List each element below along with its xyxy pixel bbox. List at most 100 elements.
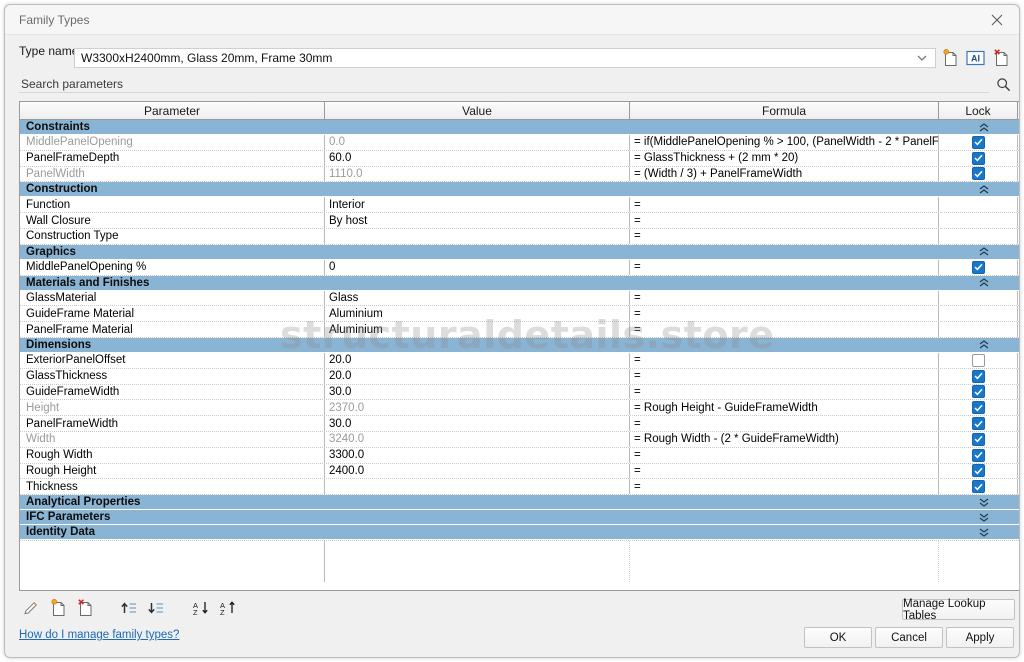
parameter-value-cell[interactable]: 3240.0 [325, 432, 630, 447]
parameter-lock-cell[interactable] [939, 432, 1018, 447]
parameter-formula-cell[interactable]: = [630, 291, 939, 306]
group-header-row[interactable]: Analytical Properties [20, 495, 1019, 510]
lock-checkbox[interactable] [972, 167, 985, 180]
parameter-formula-cell[interactable]: = [630, 479, 939, 494]
parameter-row[interactable]: ExteriorPanelOffset20.0= [20, 353, 1019, 369]
parameter-row[interactable]: Wall ClosureBy host= [20, 213, 1019, 229]
parameter-formula-cell[interactable]: = [630, 416, 939, 431]
lock-checkbox[interactable] [972, 464, 985, 477]
parameter-value-cell[interactable]: 0.0 [325, 135, 630, 150]
parameter-value-cell[interactable]: 2400.0 [325, 464, 630, 479]
parameter-row[interactable]: FunctionInterior= [20, 197, 1019, 213]
lock-checkbox[interactable] [972, 433, 985, 446]
parameter-value-cell[interactable]: 20.0 [325, 369, 630, 384]
parameter-formula-cell[interactable]: = if(MiddlePanelOpening % > 100, (PanelW… [630, 135, 939, 150]
parameter-formula-cell[interactable]: = [630, 369, 939, 384]
sort-ascending-button[interactable]: A Z [188, 597, 212, 619]
parameter-value-cell[interactable]: By host [325, 213, 630, 228]
parameter-lock-cell[interactable] [939, 135, 1018, 150]
parameter-row[interactable]: Rough Height2400.0= [20, 464, 1019, 480]
parameter-value-cell[interactable]: 3300.0 [325, 448, 630, 463]
chevron-up-icon[interactable] [949, 123, 1019, 132]
lock-checkbox[interactable] [972, 401, 985, 414]
group-header-row[interactable]: Constraints [20, 120, 1019, 135]
parameter-row[interactable]: GlassMaterialGlass= [20, 291, 1019, 307]
parameter-row[interactable]: GlassThickness20.0= [20, 369, 1019, 385]
chevron-down-icon[interactable] [949, 498, 1019, 507]
parameter-lock-cell[interactable] [939, 353, 1018, 368]
rename-type-button[interactable]: AI [964, 46, 986, 70]
parameter-value-cell[interactable] [325, 229, 630, 244]
delete-type-button[interactable] [990, 46, 1012, 70]
search-input[interactable] [19, 75, 989, 93]
close-icon[interactable] [975, 5, 1019, 34]
edit-parameter-button[interactable] [19, 597, 43, 619]
column-header-lock[interactable]: Lock [939, 102, 1018, 119]
group-header-row[interactable]: Materials and Finishes [20, 276, 1019, 291]
parameter-row[interactable]: PanelFrameDepth60.0= GlassThickness + (2… [20, 151, 1019, 167]
lock-checkbox[interactable] [972, 417, 985, 430]
parameter-formula-cell[interactable]: = (Width / 3) + PanelFrameWidth [630, 167, 939, 182]
manage-lookup-tables-button[interactable]: Manage Lookup Tables [902, 599, 1015, 620]
parameter-value-cell[interactable]: 1110.0 [325, 167, 630, 182]
help-link[interactable]: How do I manage family types? [19, 629, 179, 641]
parameter-value-cell[interactable] [325, 479, 630, 494]
parameter-lock-cell[interactable] [939, 385, 1018, 400]
apply-button[interactable]: Apply [946, 627, 1014, 648]
parameter-lock-cell[interactable] [939, 213, 1018, 228]
cancel-button[interactable]: Cancel [875, 627, 943, 648]
parameter-formula-cell[interactable]: = Rough Height - GuideFrameWidth [630, 400, 939, 415]
parameter-formula-cell[interactable]: = [630, 213, 939, 228]
lock-checkbox[interactable] [972, 449, 985, 462]
parameter-formula-cell[interactable]: = [630, 385, 939, 400]
parameter-formula-cell[interactable]: = [630, 229, 939, 244]
chevron-up-icon[interactable] [949, 185, 1019, 194]
parameter-row[interactable]: Thickness= [20, 479, 1019, 495]
parameter-lock-cell[interactable] [939, 260, 1018, 275]
parameter-value-cell[interactable]: 30.0 [325, 416, 630, 431]
lock-checkbox[interactable] [972, 385, 985, 398]
parameter-value-cell[interactable]: Glass [325, 291, 630, 306]
parameter-lock-cell[interactable] [939, 306, 1018, 321]
parameter-row[interactable]: Rough Width3300.0= [20, 448, 1019, 464]
chevron-down-icon[interactable] [913, 49, 931, 67]
new-parameter-button[interactable] [46, 597, 70, 619]
parameter-lock-cell[interactable] [939, 291, 1018, 306]
parameter-formula-cell[interactable]: = [630, 306, 939, 321]
group-header-row[interactable]: Construction [20, 182, 1019, 197]
parameter-row[interactable]: MiddlePanelOpening %0= [20, 260, 1019, 276]
column-header-parameter[interactable]: Parameter [20, 102, 325, 119]
parameter-row[interactable]: MiddlePanelOpening0.0= if(MiddlePanelOpe… [20, 135, 1019, 151]
parameter-lock-cell[interactable] [939, 369, 1018, 384]
parameter-row[interactable]: PanelWidth1110.0= (Width / 3) + PanelFra… [20, 167, 1019, 183]
parameter-row[interactable]: GuideFrameWidth30.0= [20, 385, 1019, 401]
group-header-row[interactable]: Graphics [20, 245, 1019, 260]
parameter-value-cell[interactable]: Aluminium [325, 322, 630, 337]
chevron-down-icon[interactable] [949, 528, 1019, 537]
parameter-formula-cell[interactable]: = [630, 322, 939, 337]
chevron-down-icon[interactable] [949, 513, 1019, 522]
parameter-lock-cell[interactable] [939, 167, 1018, 182]
group-header-row[interactable]: Dimensions [20, 338, 1019, 353]
chevron-up-icon[interactable] [949, 247, 1019, 256]
parameter-value-cell[interactable]: 60.0 [325, 151, 630, 166]
parameter-lock-cell[interactable] [939, 416, 1018, 431]
parameter-lock-cell[interactable] [939, 464, 1018, 479]
parameter-row[interactable]: GuideFrame MaterialAluminium= [20, 306, 1019, 322]
parameter-value-cell[interactable]: 0 [325, 260, 630, 275]
move-up-button[interactable] [117, 597, 141, 619]
lock-checkbox[interactable] [972, 354, 985, 367]
parameter-lock-cell[interactable] [939, 479, 1018, 494]
parameter-formula-cell[interactable]: = [630, 353, 939, 368]
parameter-value-cell[interactable]: 20.0 [325, 353, 630, 368]
column-header-value[interactable]: Value [325, 102, 630, 119]
lock-checkbox[interactable] [972, 480, 985, 493]
parameter-lock-cell[interactable] [939, 229, 1018, 244]
parameter-formula-cell[interactable]: = Rough Width - (2 * GuideFrameWidth) [630, 432, 939, 447]
sort-descending-button[interactable]: A Z [215, 597, 239, 619]
search-icon[interactable] [993, 75, 1013, 93]
chevron-up-icon[interactable] [949, 278, 1019, 287]
parameter-formula-cell[interactable]: = [630, 448, 939, 463]
parameter-formula-cell[interactable]: = [630, 260, 939, 275]
delete-parameter-button[interactable] [73, 597, 97, 619]
